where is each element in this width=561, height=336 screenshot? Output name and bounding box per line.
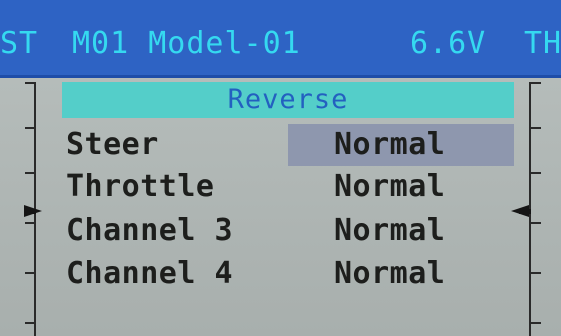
gauge-tick <box>531 82 541 84</box>
channel-name: Channel 3 <box>66 213 234 248</box>
gauge-tick <box>531 272 541 274</box>
reverse-value[interactable]: Normal <box>334 210 445 252</box>
gauge-tick <box>25 322 35 324</box>
reverse-row-channel-3[interactable]: Channel 3 Normal <box>64 210 516 252</box>
status-header: ST M01 Model-01 6.6V TH <box>0 0 561 78</box>
throttle-trim-label: TH <box>524 26 561 61</box>
gauge-tick <box>25 172 35 174</box>
reverse-value[interactable]: Normal <box>334 124 445 166</box>
right-trim-gauge <box>511 82 555 336</box>
menu-title: Reverse <box>227 84 349 115</box>
reverse-row-channel-4[interactable]: Channel 4 Normal <box>64 253 516 295</box>
battery-voltage: 6.6V <box>410 26 487 61</box>
channel-name: Throttle <box>66 169 215 204</box>
menu-title-bar: Reverse <box>62 82 514 118</box>
gauge-tick <box>531 172 541 174</box>
gauge-tick <box>531 127 541 129</box>
steering-trim-label: ST <box>0 26 39 61</box>
channel-name: Steer <box>66 127 159 162</box>
gauge-tick <box>25 272 35 274</box>
gauge-tick <box>25 222 35 224</box>
left-trim-gauge <box>10 82 44 336</box>
channel-name: Channel 4 <box>66 256 234 291</box>
gauge-tick <box>531 222 541 224</box>
reverse-row-steer[interactable]: Steer Normal <box>64 124 516 166</box>
reverse-value[interactable]: Normal <box>334 166 445 208</box>
gauge-tick <box>25 82 35 84</box>
reverse-value[interactable]: Normal <box>334 253 445 295</box>
model-name: M01 Model-01 <box>72 26 301 61</box>
gauge-tick <box>531 322 541 324</box>
reverse-row-throttle[interactable]: Throttle Normal <box>64 166 516 208</box>
gauge-tick <box>25 127 35 129</box>
triangle-right-icon <box>24 205 42 217</box>
